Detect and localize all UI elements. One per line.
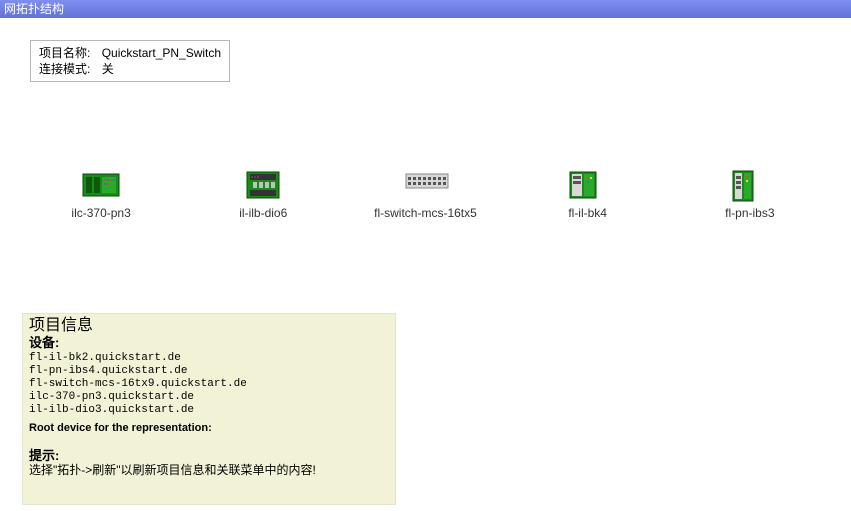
project-info-box: 项目名称: Quickstart_PN_Switch 连接模式: 关 bbox=[30, 40, 230, 82]
window-titlebar: 网拓扑结构 bbox=[0, 0, 851, 18]
info-tip-text: 选择"拓扑->刷新"以刷新项目信息和关联菜单中的内容! bbox=[29, 463, 389, 478]
device-node-ilc-370-pn3[interactable]: ilc-370-pn3 bbox=[26, 170, 176, 220]
project-info-panel: 项目信息 设备: fl-il-bk2.quickstart.de fl-pn-i… bbox=[22, 313, 396, 505]
list-item: fl-il-bk2.quickstart.de bbox=[29, 352, 389, 365]
window-title: 网拓扑结构 bbox=[4, 2, 64, 16]
device-node-fl-switch-mcs-16tx5[interactable]: fl-switch-mcs-16tx5 bbox=[350, 170, 500, 220]
info-title: 项目信息 bbox=[29, 318, 389, 333]
topology-canvas[interactable]: ilc-370-pn3 il-ilb-dio6 bbox=[0, 170, 851, 220]
project-name-value: Quickstart_PN_Switch bbox=[102, 45, 221, 61]
list-item: fl-pn-ibs4.quickstart.de bbox=[29, 365, 389, 378]
plc-green-icon bbox=[81, 170, 121, 200]
info-root-label: Root device for the representation: bbox=[29, 421, 389, 436]
connection-mode-label: 连接模式: bbox=[39, 61, 90, 77]
io-block-icon bbox=[243, 170, 283, 200]
profinet-module-icon bbox=[730, 170, 770, 200]
device-node-fl-pn-ibs3[interactable]: fl-pn-ibs3 bbox=[675, 170, 825, 220]
device-label: fl-switch-mcs-16tx5 bbox=[374, 206, 477, 220]
device-label: il-ilb-dio6 bbox=[239, 206, 287, 220]
switch-icon bbox=[405, 170, 445, 200]
device-node-fl-il-bk4[interactable]: fl-il-bk4 bbox=[513, 170, 663, 220]
device-label: fl-pn-ibs3 bbox=[725, 206, 774, 220]
device-label: fl-il-bk4 bbox=[568, 206, 607, 220]
list-item: fl-switch-mcs-16tx9.quickstart.de bbox=[29, 378, 389, 391]
info-devices-heading: 设备: bbox=[29, 335, 389, 350]
device-label: ilc-370-pn3 bbox=[71, 206, 130, 220]
project-name-label: 项目名称: bbox=[39, 45, 90, 61]
bus-coupler-icon bbox=[568, 170, 608, 200]
info-device-list: fl-il-bk2.quickstart.de fl-pn-ibs4.quick… bbox=[29, 352, 389, 417]
device-node-il-ilb-dio6[interactable]: il-ilb-dio6 bbox=[188, 170, 338, 220]
info-tip-heading: 提示: bbox=[29, 448, 389, 463]
list-item: il-ilb-dio3.quickstart.de bbox=[29, 404, 389, 417]
connection-mode-value: 关 bbox=[102, 61, 114, 77]
list-item: ilc-370-pn3.quickstart.de bbox=[29, 391, 389, 404]
